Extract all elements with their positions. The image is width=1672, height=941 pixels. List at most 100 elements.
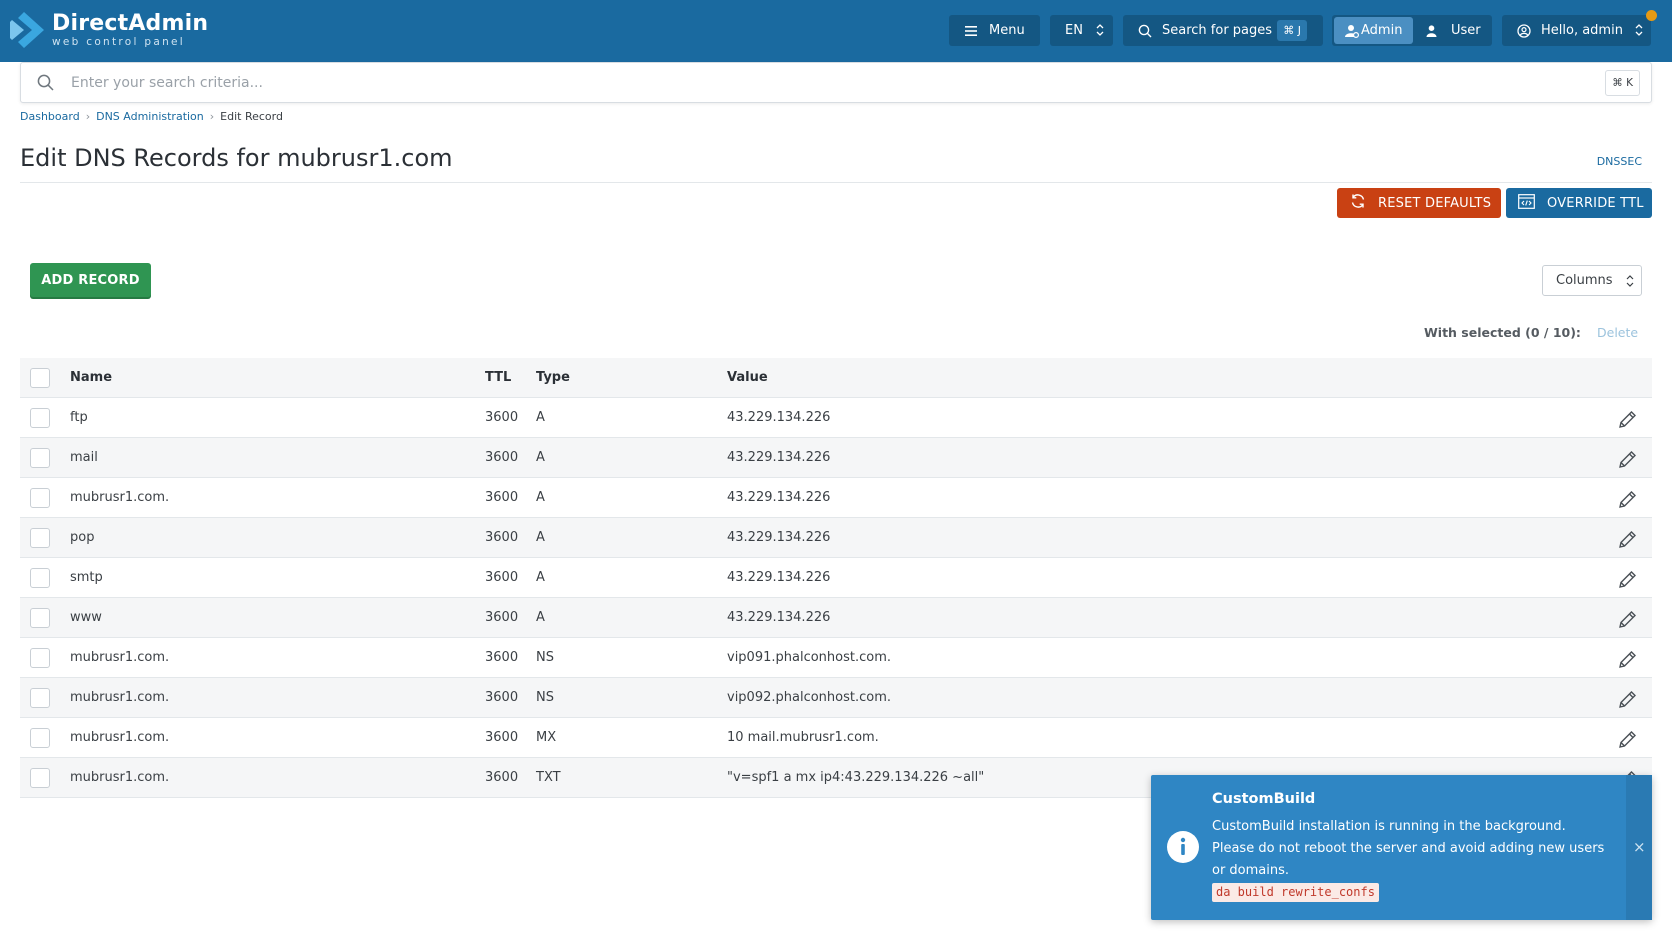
record-value: 43.229.134.226 bbox=[727, 410, 831, 425]
menu-label: Menu bbox=[989, 23, 1025, 38]
record-type: NS bbox=[536, 650, 554, 665]
select-all-checkbox[interactable] bbox=[30, 368, 50, 388]
record-value: 43.229.134.226 bbox=[727, 490, 831, 505]
reset-defaults-label: RESET DEFAULTS bbox=[1378, 195, 1492, 211]
page-title: Edit DNS Records for mubrusr1.com bbox=[20, 144, 453, 172]
row-checkbox[interactable] bbox=[30, 448, 50, 468]
info-icon bbox=[1166, 830, 1200, 868]
column-header-name[interactable]: Name bbox=[70, 370, 112, 385]
table-row: mubrusr1.com. 3600 MX 10 mail.mubrusr1.c… bbox=[20, 718, 1652, 758]
account-circle-icon bbox=[1517, 23, 1531, 38]
with-selected-label: With selected (0 / 10): bbox=[1424, 325, 1581, 340]
row-checkbox[interactable] bbox=[30, 528, 50, 548]
breadcrumb: Dashboard › DNS Administration › Edit Re… bbox=[20, 110, 283, 123]
row-checkbox[interactable] bbox=[30, 488, 50, 508]
table-header-row: Name TTL Type Value bbox=[20, 358, 1652, 398]
logo-chevron-icon bbox=[10, 12, 44, 48]
record-name: mubrusr1.com. bbox=[70, 770, 170, 785]
record-name: mubrusr1.com. bbox=[70, 650, 170, 665]
table-row: www 3600 A 43.229.134.226 bbox=[20, 598, 1652, 638]
role-admin-label: Admin bbox=[1361, 23, 1403, 38]
role-switcher: Admin User bbox=[1332, 15, 1492, 46]
columns-select[interactable]: Columns bbox=[1542, 265, 1642, 296]
table-row: mubrusr1.com. 3600 NS vip091.phalconhost… bbox=[20, 638, 1652, 678]
row-checkbox[interactable] bbox=[30, 648, 50, 668]
search-pages-button[interactable]: Search for pages ⌘ J bbox=[1123, 15, 1323, 46]
column-header-ttl[interactable]: TTL bbox=[485, 370, 511, 385]
search-pages-shortcut: ⌘ J bbox=[1277, 20, 1307, 41]
record-value: vip092.phalconhost.com. bbox=[727, 690, 892, 705]
record-value: vip091.phalconhost.com. bbox=[727, 650, 892, 665]
table-row: smtp 3600 A 43.229.134.226 bbox=[20, 558, 1652, 598]
admin-user-icon bbox=[1345, 24, 1359, 38]
reset-defaults-button[interactable]: RESET DEFAULTS bbox=[1337, 188, 1501, 218]
pencil-icon[interactable] bbox=[1617, 650, 1637, 674]
dns-records-table: Name TTL Type Value ftp 3600 A 43.229.13… bbox=[20, 358, 1652, 798]
record-value: 43.229.134.226 bbox=[727, 570, 831, 585]
toast-title: CustomBuild bbox=[1212, 791, 1316, 807]
record-type: NS bbox=[536, 690, 554, 705]
record-value: 43.229.134.226 bbox=[727, 450, 831, 465]
chevron-updown-icon bbox=[1626, 274, 1634, 292]
row-checkbox[interactable] bbox=[30, 728, 50, 748]
row-checkbox[interactable] bbox=[30, 568, 50, 588]
record-type: A bbox=[536, 610, 545, 625]
pencil-icon[interactable] bbox=[1617, 610, 1637, 634]
record-name: ftp bbox=[70, 410, 88, 425]
global-search-input[interactable] bbox=[71, 71, 1521, 95]
record-name: smtp bbox=[70, 570, 103, 585]
record-value: "v=spf1 a mx ip4:43.229.134.226 ~all" bbox=[727, 770, 985, 785]
record-type: A bbox=[536, 450, 545, 465]
brand-tagline: web control panel bbox=[52, 36, 186, 48]
search-icon bbox=[37, 74, 54, 95]
role-user-button[interactable]: User bbox=[1426, 17, 1481, 44]
row-checkbox[interactable] bbox=[30, 688, 50, 708]
record-type: TXT bbox=[536, 770, 561, 785]
record-name: mail bbox=[70, 450, 98, 465]
row-checkbox[interactable] bbox=[30, 608, 50, 628]
search-icon bbox=[1138, 24, 1152, 38]
title-divider bbox=[20, 182, 1652, 183]
search-pages-label: Search for pages bbox=[1162, 23, 1273, 38]
pencil-icon[interactable] bbox=[1617, 690, 1637, 714]
breadcrumb-dashboard[interactable]: Dashboard bbox=[20, 110, 80, 123]
record-ttl: 3600 bbox=[485, 450, 519, 465]
pencil-icon[interactable] bbox=[1617, 490, 1637, 514]
directadmin-logo[interactable]: DirectAdmin web control panel bbox=[10, 10, 208, 50]
record-type: A bbox=[536, 410, 545, 425]
pencil-icon[interactable] bbox=[1617, 450, 1637, 474]
menu-button[interactable]: Menu bbox=[949, 15, 1040, 46]
custombuild-toast: CustomBuild CustomBuild installation is … bbox=[1151, 775, 1652, 920]
override-ttl-button[interactable]: OVERRIDE TTL bbox=[1506, 188, 1652, 218]
language-label: EN bbox=[1065, 23, 1083, 38]
pencil-icon[interactable] bbox=[1617, 730, 1637, 754]
breadcrumb-separator-icon: › bbox=[85, 110, 91, 123]
language-select[interactable]: EN bbox=[1050, 15, 1113, 46]
pencil-icon[interactable] bbox=[1617, 410, 1637, 434]
record-ttl: 3600 bbox=[485, 730, 519, 745]
record-name: mubrusr1.com. bbox=[70, 690, 170, 705]
dnssec-link[interactable]: DNSSEC bbox=[1597, 155, 1642, 168]
delete-selected-button[interactable]: Delete bbox=[1597, 325, 1638, 340]
row-checkbox[interactable] bbox=[30, 408, 50, 428]
notification-dot[interactable] bbox=[1646, 10, 1657, 21]
add-record-button[interactable]: ADD RECORD bbox=[30, 263, 151, 297]
column-header-value[interactable]: Value bbox=[727, 370, 768, 385]
pencil-icon[interactable] bbox=[1617, 570, 1637, 594]
close-icon: × bbox=[1633, 838, 1646, 856]
record-type: A bbox=[536, 530, 545, 545]
top-navigation-bar: DirectAdmin web control panel Menu EN Se… bbox=[0, 0, 1672, 62]
role-admin-button[interactable]: Admin bbox=[1334, 17, 1413, 44]
record-name: pop bbox=[70, 530, 95, 545]
table-row: ftp 3600 A 43.229.134.226 bbox=[20, 398, 1652, 438]
table-row: mubrusr1.com. 3600 NS vip092.phalconhost… bbox=[20, 678, 1652, 718]
columns-label: Columns bbox=[1556, 273, 1613, 288]
toast-close-button[interactable]: × bbox=[1626, 775, 1652, 920]
column-header-type[interactable]: Type bbox=[536, 370, 570, 385]
pencil-icon[interactable] bbox=[1617, 530, 1637, 554]
chevron-updown-icon bbox=[1635, 23, 1643, 41]
user-icon bbox=[1426, 24, 1437, 37]
row-checkbox[interactable] bbox=[30, 768, 50, 788]
account-menu-button[interactable]: Hello, admin bbox=[1502, 15, 1651, 46]
breadcrumb-dns-administration[interactable]: DNS Administration bbox=[96, 110, 204, 123]
